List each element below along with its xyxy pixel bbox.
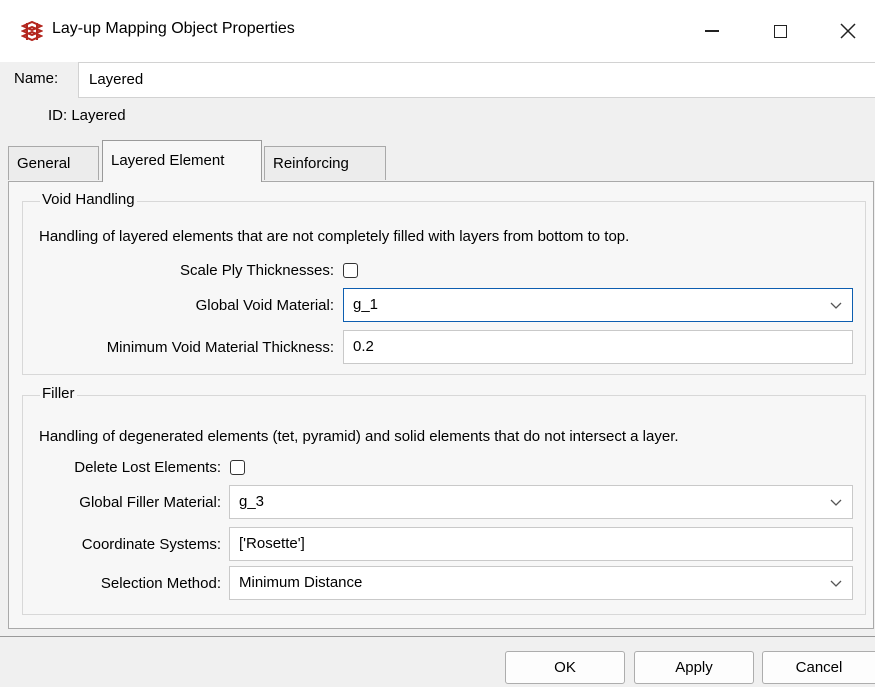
scale-ply-checkbox[interactable] [343, 263, 358, 278]
close-button[interactable] [821, 8, 875, 54]
filler-description: Handling of degenerated elements (tet, p… [39, 428, 679, 445]
global-filler-combo[interactable]: g_3 [229, 485, 853, 519]
delete-lost-label: Delete Lost Elements: [74, 459, 221, 476]
coordinate-systems-value: ['Rosette'] [239, 535, 305, 552]
title-bar: Lay-up Mapping Object Properties [0, 0, 875, 62]
global-void-value: g_1 [353, 296, 379, 313]
min-void-thickness-value: 0.2 [353, 338, 374, 355]
global-filler-label: Global Filler Material: [79, 494, 221, 511]
coordinate-systems-label: Coordinate Systems: [81, 536, 221, 553]
selection-method-label: Selection Method: [100, 575, 221, 592]
window-title: Lay-up Mapping Object Properties [52, 20, 295, 37]
app-icon [21, 20, 43, 42]
minimize-button[interactable] [685, 8, 739, 54]
maximize-button[interactable] [753, 8, 807, 54]
tab-layered-element[interactable]: Layered Element [102, 140, 262, 182]
tab-general[interactable]: General [8, 146, 99, 180]
chevron-down-icon [830, 580, 842, 587]
coordinate-systems-input[interactable]: ['Rosette'] [229, 527, 853, 561]
chevron-down-icon [830, 499, 842, 506]
maximize-icon [773, 24, 787, 38]
minimize-icon [705, 30, 719, 32]
scale-ply-label: Scale Ply Thicknesses: [180, 262, 334, 279]
filler-title: Filler [40, 385, 77, 402]
apply-button[interactable]: Apply [634, 651, 754, 684]
void-handling-description: Handling of layered elements that are no… [39, 228, 630, 245]
global-void-label: Global Void Material: [195, 297, 334, 314]
global-void-combo[interactable]: g_1 [343, 288, 853, 322]
cancel-button[interactable]: Cancel [762, 651, 875, 684]
id-label: ID: Layered [48, 107, 126, 124]
chevron-down-icon [830, 302, 842, 309]
selection-method-combo[interactable]: Minimum Distance [229, 566, 853, 600]
void-handling-title: Void Handling [40, 191, 137, 208]
delete-lost-checkbox[interactable] [230, 460, 245, 475]
close-icon [840, 23, 856, 39]
name-label: Name: [14, 70, 59, 87]
tab-reinforcing[interactable]: Reinforcing [264, 146, 386, 180]
ok-button[interactable]: OK [505, 651, 625, 684]
global-filler-value: g_3 [239, 493, 265, 510]
min-void-thickness-input[interactable]: 0.2 [343, 330, 853, 364]
selection-method-value: Minimum Distance [239, 574, 363, 591]
name-input[interactable]: Layered [78, 62, 875, 98]
min-void-thickness-label: Minimum Void Material Thickness: [106, 339, 334, 356]
